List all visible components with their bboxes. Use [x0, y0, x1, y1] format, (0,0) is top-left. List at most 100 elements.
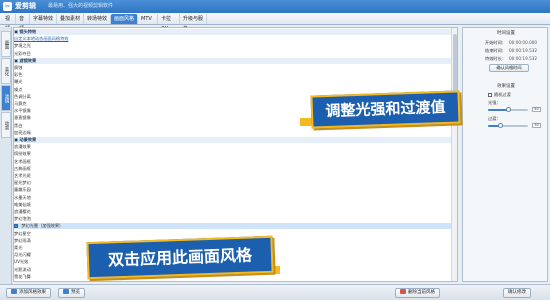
list-item[interactable]: 童趣乐园 [14, 187, 451, 193]
list-item[interactable]: 光彩夺目 [14, 51, 451, 57]
list-item[interactable]: 加亮边缘 [14, 130, 451, 136]
list-item[interactable]: 梦境之光 [14, 43, 451, 49]
list-item-label: 水平镜像 [14, 108, 31, 114]
list-item-label: 唯美仙境 [14, 201, 31, 207]
side-tab[interactable]: 美化 [1, 58, 11, 84]
delete-icon [400, 289, 406, 294]
list-item-label: 柔光 [14, 245, 23, 250]
list-group-header[interactable]: ▣ 滤镜效果 [14, 57, 451, 64]
add-style-button[interactable]: 添加风格效果 [6, 288, 51, 298]
fade-slider[interactable] [488, 123, 528, 128]
list-item-label: ▣ 动景效果 [14, 137, 37, 142]
menu-bar: 视频音频字幕特效叠加素材转场特效画面风格MTV卡拉OK升级与服务 [0, 13, 550, 32]
menu-item[interactable]: 字幕特效 [30, 14, 57, 24]
applied-check-icon [14, 224, 18, 229]
list-group-header[interactable]: ▣ 镜头特效 [14, 29, 451, 35]
menu-item[interactable]: 叠加素材 [57, 14, 84, 24]
start-time-value[interactable]: 00:00:00.000 [509, 40, 537, 45]
list-item-label: 梦幻雨滴 [14, 237, 31, 243]
app-logo-icon: ✂ [3, 2, 12, 11]
fade-slider-knob[interactable] [497, 123, 503, 128]
list-item[interactable]: 古典画框 [14, 166, 451, 172]
list-item-label: 垂直镜像 [14, 115, 31, 121]
list-item[interactable]: 梦幻泡泡 [14, 216, 451, 222]
list-item[interactable]: 噪点 [14, 87, 451, 93]
list-item-label: ▣ 镜头特效 [14, 29, 37, 34]
list-item[interactable]: 浪漫效果 [14, 144, 451, 150]
duration-label: 特效时长： [485, 56, 506, 61]
confirm-style-time-button[interactable]: 确认风格时间 [489, 64, 529, 72]
list-item[interactable]: 艺术画框 [14, 159, 451, 165]
list-item-label: 彩色 [14, 72, 23, 78]
callout-double-click: 双击应用此画面风格 [86, 235, 274, 280]
fade-label: 过渡： [488, 116, 501, 121]
menu-item[interactable]: MTV [138, 14, 158, 24]
side-tab[interactable]: 动景 [1, 112, 11, 138]
list-item-label: 古典画框 [14, 165, 31, 171]
delete-style-label: 删除当前风格 [408, 290, 435, 295]
confirm-edit-button[interactable]: 确认修改 [503, 288, 531, 298]
list-item-label: 月光闪耀 [14, 252, 31, 258]
start-time-label: 开始时间： [485, 40, 506, 45]
settings-panel: 时间设置 开始时间： 00:00:00.000 结束时间： 00:00:19.532… [462, 27, 548, 282]
list-item-label: 黑白 [14, 122, 23, 128]
menu-item[interactable]: 转场特效 [84, 14, 111, 24]
list-item-label: UV光效 [14, 259, 29, 265]
list-item-label: 艺术画框 [14, 158, 31, 164]
list-item[interactable]: 彩色 [14, 72, 451, 78]
menu-item[interactable]: 升级与服务 [180, 14, 207, 32]
list-item-label: 浪漫效果 [14, 144, 31, 150]
random-transition-checkbox[interactable]: 随机过渡 [488, 92, 511, 98]
list-item-label: 曝光 [14, 79, 23, 85]
bottom-toolbar: 添加风格效果 预览 删除当前风格 确认修改 [0, 284, 550, 300]
list-item-label: 水墨天地 [14, 194, 31, 200]
menu-item[interactable]: 视频 [2, 14, 16, 32]
duration-value[interactable]: 00:00:19.532 [509, 56, 537, 61]
list-item-label: 加亮边缘 [14, 129, 31, 135]
preview-button[interactable]: 预览 [58, 288, 85, 298]
list-item-label: ▣ 滤镜效果 [14, 57, 37, 63]
list-item-label: 噪点 [14, 86, 23, 92]
list-item[interactable]: 缤纷效果 [14, 151, 451, 157]
list-item[interactable]: 唯美仙境 [14, 202, 451, 208]
list-item[interactable]: 梦幻星空 [14, 231, 451, 237]
fade-value-box[interactable]: 30 [532, 123, 541, 128]
list-item-label: 雪花飞舞 [14, 273, 31, 279]
light-slider[interactable] [488, 107, 528, 112]
add-icon [11, 289, 17, 294]
checkbox-box[interactable] [488, 93, 492, 97]
list-group-header[interactable]: ▣ 动景效果 [14, 137, 451, 143]
list-item-label: 色调分离 [14, 93, 31, 99]
list-item-label: 马赛克 [14, 101, 27, 106]
menu-item[interactable]: 卡拉OK [158, 14, 180, 32]
list-item[interactable]: 自定义本地动态画面风格特效 [14, 36, 451, 42]
list-item-label: 梦境之光 [14, 43, 31, 49]
random-transition-label: 随机过渡 [494, 92, 511, 97]
list-item-label: 浪漫樱花 [14, 209, 31, 214]
light-slider-knob[interactable] [505, 107, 511, 112]
start-time-row: 开始时间： 00:00:00.000 [485, 40, 537, 46]
list-item-label: 梦幻星空 [14, 230, 31, 236]
side-tabs: 画面 美化 滤镜 动景 [0, 27, 12, 285]
effect-settings-title: 效果设置 [497, 84, 515, 89]
side-tab[interactable]: 滤镜 [1, 85, 11, 111]
list-item[interactable]: 腐蚀 [14, 65, 451, 71]
list-item-label: 童趣乐园 [14, 187, 31, 193]
list-item[interactable]: 浪漫樱花 [14, 209, 451, 215]
list-item[interactable]: 艺术光斑 [14, 173, 451, 179]
list-item[interactable]: 水墨天地 [14, 195, 451, 201]
list-item[interactable]: 梦幻光晕（加强效果） [14, 223, 451, 230]
list-item-label: 光影流动 [14, 266, 31, 272]
light-value-box[interactable]: 50 [532, 107, 541, 112]
list-item-label: 缤纷效果 [14, 151, 31, 157]
delete-style-button[interactable]: 删除当前风格 [395, 288, 440, 298]
menu-item[interactable]: 音频 [16, 14, 30, 32]
menu-item[interactable]: 画面风格 [111, 14, 138, 24]
side-tab[interactable]: 画面 [1, 31, 11, 57]
list-item[interactable]: 雪花飞舞 [14, 274, 451, 280]
list-scrollbar[interactable] [451, 28, 457, 281]
play-icon [63, 289, 69, 294]
end-time-value[interactable]: 00:00:19.532 [509, 48, 537, 53]
list-item[interactable]: 星光梦幻 [14, 180, 451, 186]
list-item[interactable]: 曝光 [14, 79, 451, 85]
